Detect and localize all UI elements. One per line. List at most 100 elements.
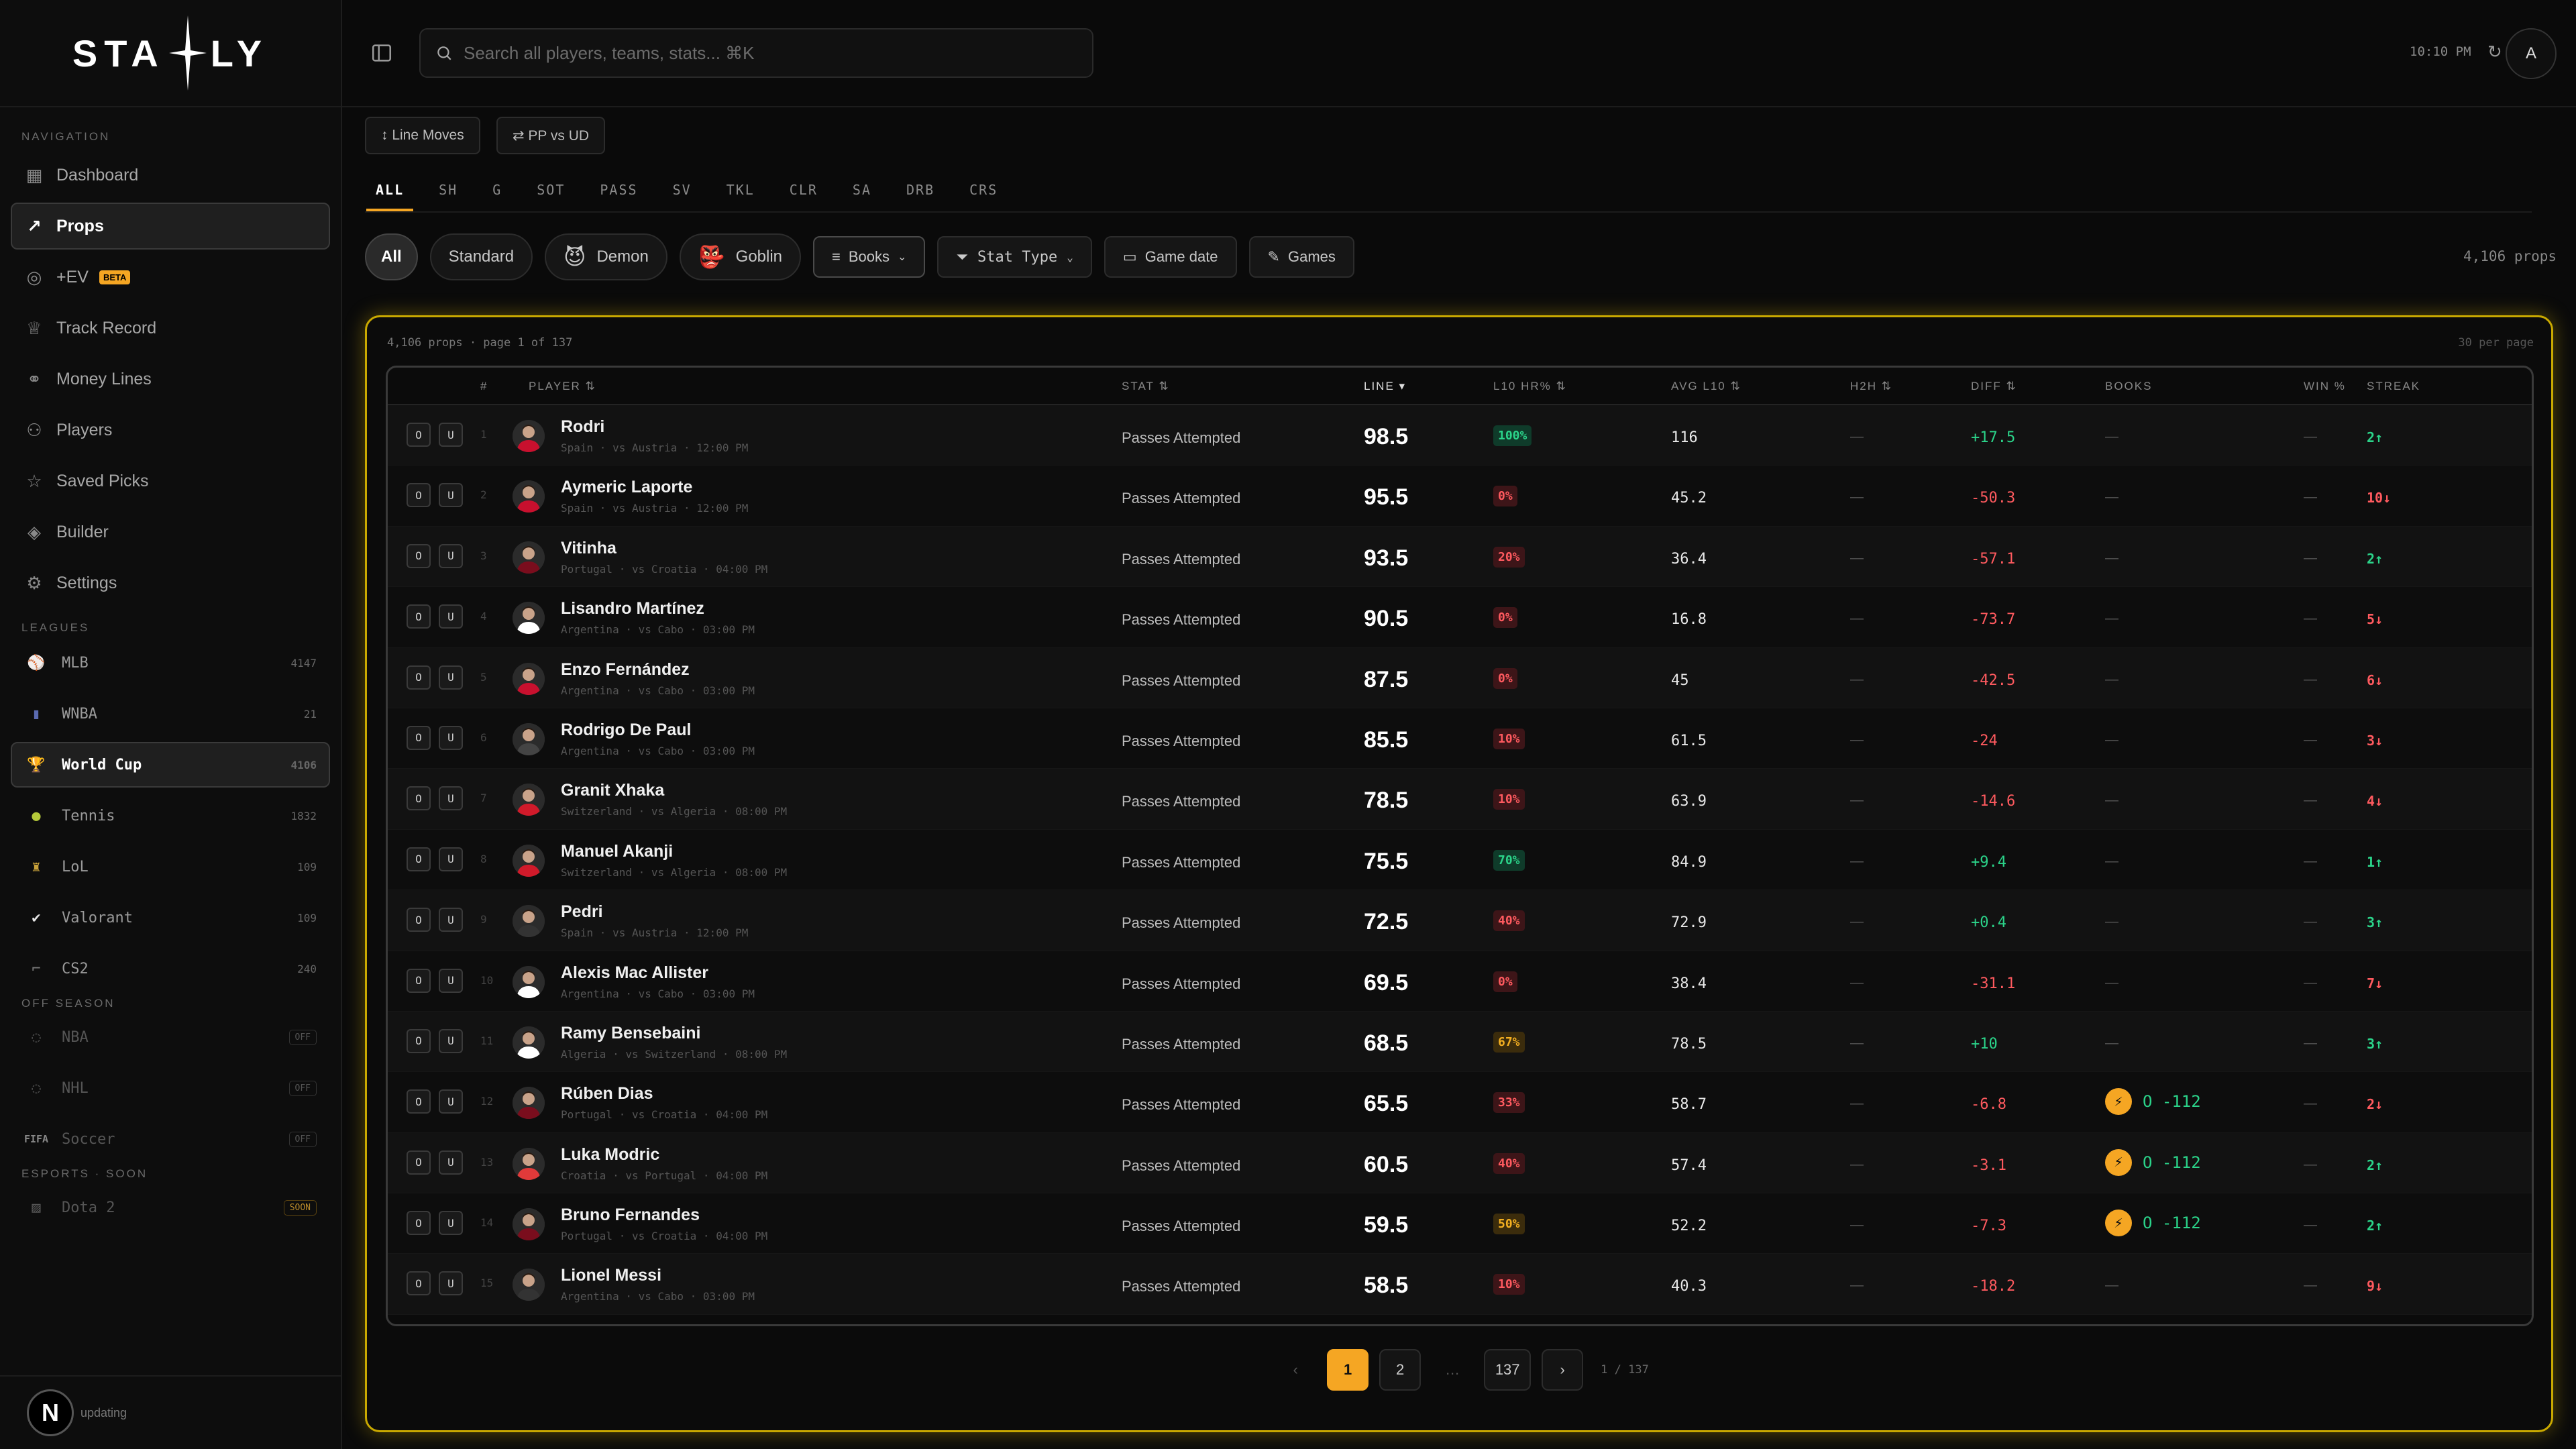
player-name[interactable]: Lisandro Martínez: [561, 599, 704, 619]
under-button[interactable]: U: [439, 665, 463, 690]
stat-type-dropdown[interactable]: ⏷ Stat Type ⌄: [937, 236, 1092, 278]
tab-clr[interactable]: CLR: [790, 182, 818, 211]
game-date-filter[interactable]: ▭ Game date: [1104, 236, 1237, 278]
table-row[interactable]: O U 9 Pedri Spain · vs Austria · 12:00 PM Pas…: [388, 890, 2532, 951]
league-item-dota-2[interactable]: ▨ Dota 2 SOON: [11, 1185, 330, 1230]
under-button[interactable]: U: [439, 1028, 463, 1053]
under-button[interactable]: U: [439, 968, 463, 993]
under-button[interactable]: U: [439, 1089, 463, 1114]
col-player[interactable]: PLAYER ⇅: [529, 380, 596, 393]
league-item-valorant[interactable]: ✔ Valorant 109: [11, 895, 330, 941]
next-page-button[interactable]: ›: [1542, 1349, 1584, 1391]
league-item-world-cup[interactable]: 🏆 World Cup 4106: [11, 742, 330, 788]
col-avg[interactable]: AVG L10 ⇅: [1671, 380, 1741, 393]
over-button[interactable]: O: [407, 908, 431, 932]
table-row[interactable]: O U 1 Rodri Spain · vs Austria · 12:00 PM Pas…: [388, 405, 2532, 466]
tab-sh[interactable]: SH: [439, 182, 458, 211]
filter-all[interactable]: All: [365, 233, 418, 280]
player-name[interactable]: Rúben Dias: [561, 1084, 653, 1104]
table-row[interactable]: O U 2 Aymeric Laporte Spain · vs Austria · 1…: [388, 466, 2532, 527]
sidebar-toggle-icon[interactable]: [370, 42, 393, 64]
page-last-button[interactable]: 137: [1484, 1349, 1532, 1391]
filter-standard[interactable]: Standard: [429, 233, 533, 280]
col-line[interactable]: LINE ▾: [1364, 380, 1406, 393]
under-button[interactable]: U: [439, 423, 463, 447]
tab-g[interactable]: G: [492, 182, 502, 211]
col-diff[interactable]: DIFF ⇅: [1971, 380, 2017, 393]
league-item-lol[interactable]: ♜ LoL 109: [11, 844, 330, 890]
over-button[interactable]: O: [407, 1211, 431, 1236]
tab-sot[interactable]: SOT: [537, 182, 565, 211]
tab-all[interactable]: ALL: [366, 182, 414, 211]
table-row[interactable]: O U 12 Rúben Dias Portugal · vs Croatia · 04…: [388, 1072, 2532, 1133]
over-button[interactable]: O: [407, 786, 431, 811]
table-row[interactable]: O U 14 Bruno Fernandes Portugal · vs Croatia…: [388, 1193, 2532, 1254]
sidebar-item-money-lines[interactable]: ⚭ Money Lines: [11, 356, 330, 402]
search-input[interactable]: [464, 42, 1067, 64]
over-button[interactable]: O: [407, 1089, 431, 1114]
table-row[interactable]: O U 8 Manuel Akanji Switzerland · vs Algeria…: [388, 829, 2532, 891]
table-row[interactable]: O U 7 Granit Xhaka Switzerland · vs Algeria …: [388, 769, 2532, 830]
sidebar-item-players[interactable]: ⚇ Players: [11, 407, 330, 453]
book-odds[interactable]: ⚡ O -112: [2105, 1210, 2201, 1237]
under-button[interactable]: U: [439, 1150, 463, 1175]
under-button[interactable]: U: [439, 1211, 463, 1236]
under-button[interactable]: U: [439, 908, 463, 932]
over-button[interactable]: O: [407, 1150, 431, 1175]
under-button[interactable]: U: [439, 1271, 463, 1296]
player-name[interactable]: Alexis Mac Allister: [561, 963, 708, 983]
over-button[interactable]: O: [407, 423, 431, 447]
player-name[interactable]: Bruno Fernandes: [561, 1205, 700, 1225]
table-row[interactable]: O U 13 Luka Modric Croatia · vs Portugal · 0…: [388, 1132, 2532, 1194]
table-row[interactable]: O U 4 Lisandro Martínez Argentina · vs Cabo …: [388, 587, 2532, 648]
under-button[interactable]: U: [439, 786, 463, 811]
book-odds[interactable]: ⚡ O -112: [2105, 1088, 2201, 1116]
league-item-tennis[interactable]: ● Tennis 1832: [11, 793, 330, 839]
refresh-icon[interactable]: ↻: [2487, 42, 2502, 62]
under-button[interactable]: U: [439, 725, 463, 750]
league-item-nhl[interactable]: ◌ NHL OFF: [11, 1065, 330, 1111]
tab-sa[interactable]: SA: [853, 182, 871, 211]
table-row[interactable]: O U 15 Lionel Messi Argentina · vs Cabo · 03…: [388, 1254, 2532, 1315]
over-button[interactable]: O: [407, 968, 431, 993]
player-name[interactable]: Granit Xhaka: [561, 781, 664, 800]
under-button[interactable]: U: [439, 543, 463, 568]
over-button[interactable]: O: [407, 1271, 431, 1296]
search-box[interactable]: [419, 28, 1093, 78]
sidebar-item-saved-picks[interactable]: ☆ Saved Picks: [11, 458, 330, 504]
prev-page-button[interactable]: ‹: [1275, 1349, 1316, 1391]
page-1-button[interactable]: 1: [1327, 1349, 1369, 1391]
league-item-mlb[interactable]: ⚾ MLB 4147: [11, 640, 330, 686]
over-button[interactable]: O: [407, 483, 431, 508]
over-button[interactable]: O: [407, 543, 431, 568]
sidebar-item-track-record[interactable]: ♕ Track Record: [11, 305, 330, 352]
sidebar-item-props[interactable]: ↗ Props: [11, 203, 330, 250]
book-odds[interactable]: ⚡ O -112: [2105, 1148, 2201, 1176]
tab-crs[interactable]: CRS: [969, 182, 998, 211]
over-button[interactable]: O: [407, 604, 431, 629]
player-name[interactable]: Lionel Messi: [561, 1266, 661, 1285]
sidebar-item-builder[interactable]: ◈ Builder: [11, 508, 330, 555]
league-item-soccer[interactable]: FIFA Soccer OFF: [11, 1116, 330, 1162]
sidebar-item-dashboard[interactable]: ▦ Dashboard: [11, 152, 330, 199]
tab-drb[interactable]: DRB: [906, 182, 934, 211]
table-row[interactable]: O U 3 Vitinha Portugal · vs Croatia · 04:00 …: [388, 526, 2532, 588]
player-name[interactable]: Manuel Akanji: [561, 842, 673, 861]
sidebar-item-ev[interactable]: ◎ +EV BETA: [11, 254, 330, 301]
league-item-wnba[interactable]: ▮ WNBA 21: [11, 691, 330, 737]
filter-demon[interactable]: 😈 Demon: [545, 233, 667, 280]
player-name[interactable]: Rodrigo De Paul: [561, 720, 691, 740]
over-button[interactable]: O: [407, 665, 431, 690]
table-row[interactable]: O U 6 Rodrigo De Paul Argentina · vs Cabo · …: [388, 708, 2532, 769]
books-dropdown[interactable]: ≡ Books ⌄: [813, 236, 926, 278]
under-button[interactable]: U: [439, 483, 463, 508]
filter-goblin[interactable]: 👺 Goblin: [679, 233, 802, 280]
under-button[interactable]: U: [439, 604, 463, 629]
line-moves-button[interactable]: ↕ Line Moves: [365, 117, 480, 154]
over-button[interactable]: O: [407, 1028, 431, 1053]
player-name[interactable]: Ramy Bensebaini: [561, 1024, 700, 1043]
page-2-button[interactable]: 2: [1379, 1349, 1421, 1391]
league-item-nba[interactable]: ◌ NBA OFF: [11, 1014, 330, 1060]
col-stat[interactable]: STAT ⇅: [1122, 380, 1170, 393]
player-name[interactable]: Pedri: [561, 902, 603, 922]
